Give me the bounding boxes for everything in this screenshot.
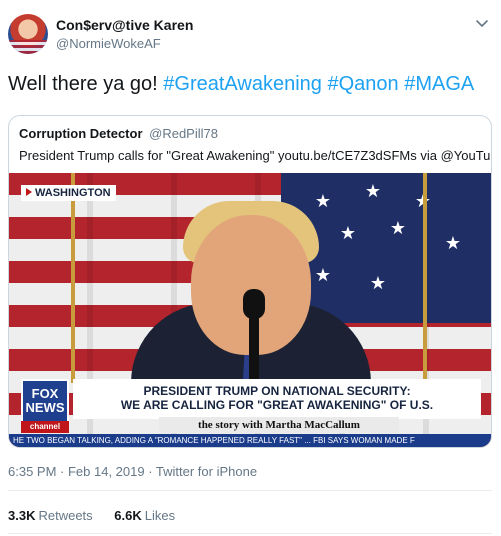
tweet-body-text: Well there ya go! bbox=[8, 73, 158, 95]
tweet-card: Con$erv@tive Karen @NormieWokeAF Well th… bbox=[0, 0, 501, 536]
likes-label: Likes bbox=[144, 508, 176, 523]
headline-line1: PRESIDENT TRUMP ON NATIONAL SECURITY: bbox=[143, 384, 411, 398]
tweet-stats: 3.3K Retweets 6.6K Likes bbox=[8, 508, 193, 523]
hashtag-link[interactable]: #GreatAwakening bbox=[163, 73, 322, 95]
divider bbox=[8, 490, 492, 491]
microphone-stand bbox=[249, 301, 259, 391]
star-icon: ★ bbox=[389, 218, 406, 239]
hashtag-link[interactable]: #MAGA bbox=[404, 73, 474, 95]
retweets-label: Retweets bbox=[38, 508, 93, 523]
star-icon: ★ bbox=[369, 273, 386, 294]
retweets-count: 3.3K bbox=[8, 508, 36, 523]
news-headline: PRESIDENT TRUMP ON NATIONAL SECURITY: WE… bbox=[73, 379, 481, 419]
news-lower-third: FOX NEWS channel PRESIDENT TRUMP ON NATI… bbox=[9, 379, 491, 447]
tweet-timestamp[interactable]: 6:35 PM · Feb 14, 2019 · Twitter for iPh… bbox=[8, 464, 257, 479]
quoted-tweet-header: Corruption Detector @RedPill78 bbox=[19, 126, 218, 141]
avatar-flag-overlay bbox=[8, 40, 48, 54]
author-handle[interactable]: @NormieWokeAF bbox=[56, 36, 161, 51]
hashtag-link[interactable]: #Qanon bbox=[327, 73, 398, 95]
show-name: the story with Martha MacCallum bbox=[159, 417, 399, 433]
author-display-name[interactable]: Con$erv@tive Karen bbox=[56, 17, 193, 33]
news-ticker: HE TWO BEGAN TALKING, ADDING A "ROMANCE … bbox=[9, 434, 491, 447]
headline-line2: WE ARE CALLING FOR "GREAT AWAKENING" OF … bbox=[120, 398, 434, 412]
quoted-tweet[interactable]: Corruption Detector @RedPill78 President… bbox=[8, 115, 492, 448]
likes-count: 6.6K bbox=[114, 508, 142, 523]
tweet-text: Well there ya go! #GreatAwakening #Qanon… bbox=[8, 73, 474, 96]
author-avatar[interactable] bbox=[8, 14, 48, 54]
location-tag: WASHINGTON bbox=[21, 185, 116, 201]
video-thumbnail[interactable]: ★ ★ ★ ★ ★ ★ ★ ★ WASHINGTON FOX bbox=[9, 173, 491, 447]
retweets-stat[interactable]: 3.3K Retweets bbox=[8, 508, 96, 523]
quoted-tweet-text: President Trump calls for "Great Awakeni… bbox=[19, 148, 492, 163]
network-logo-line1: FOX bbox=[31, 386, 59, 401]
star-icon: ★ bbox=[444, 233, 461, 254]
tweet-options-chevron-icon[interactable] bbox=[473, 14, 491, 32]
flag-pole bbox=[423, 173, 427, 383]
quoted-author-name[interactable]: Corruption Detector bbox=[19, 126, 143, 141]
fox-news-logo: FOX NEWS channel bbox=[21, 379, 69, 433]
likes-stat[interactable]: 6.6K Likes bbox=[114, 508, 175, 523]
quoted-author-handle[interactable]: @RedPill78 bbox=[149, 126, 218, 141]
divider bbox=[8, 533, 492, 534]
flag-pole bbox=[71, 173, 75, 383]
network-logo-line2: NEWS bbox=[25, 400, 65, 415]
network-channel-label: channel bbox=[21, 421, 69, 433]
